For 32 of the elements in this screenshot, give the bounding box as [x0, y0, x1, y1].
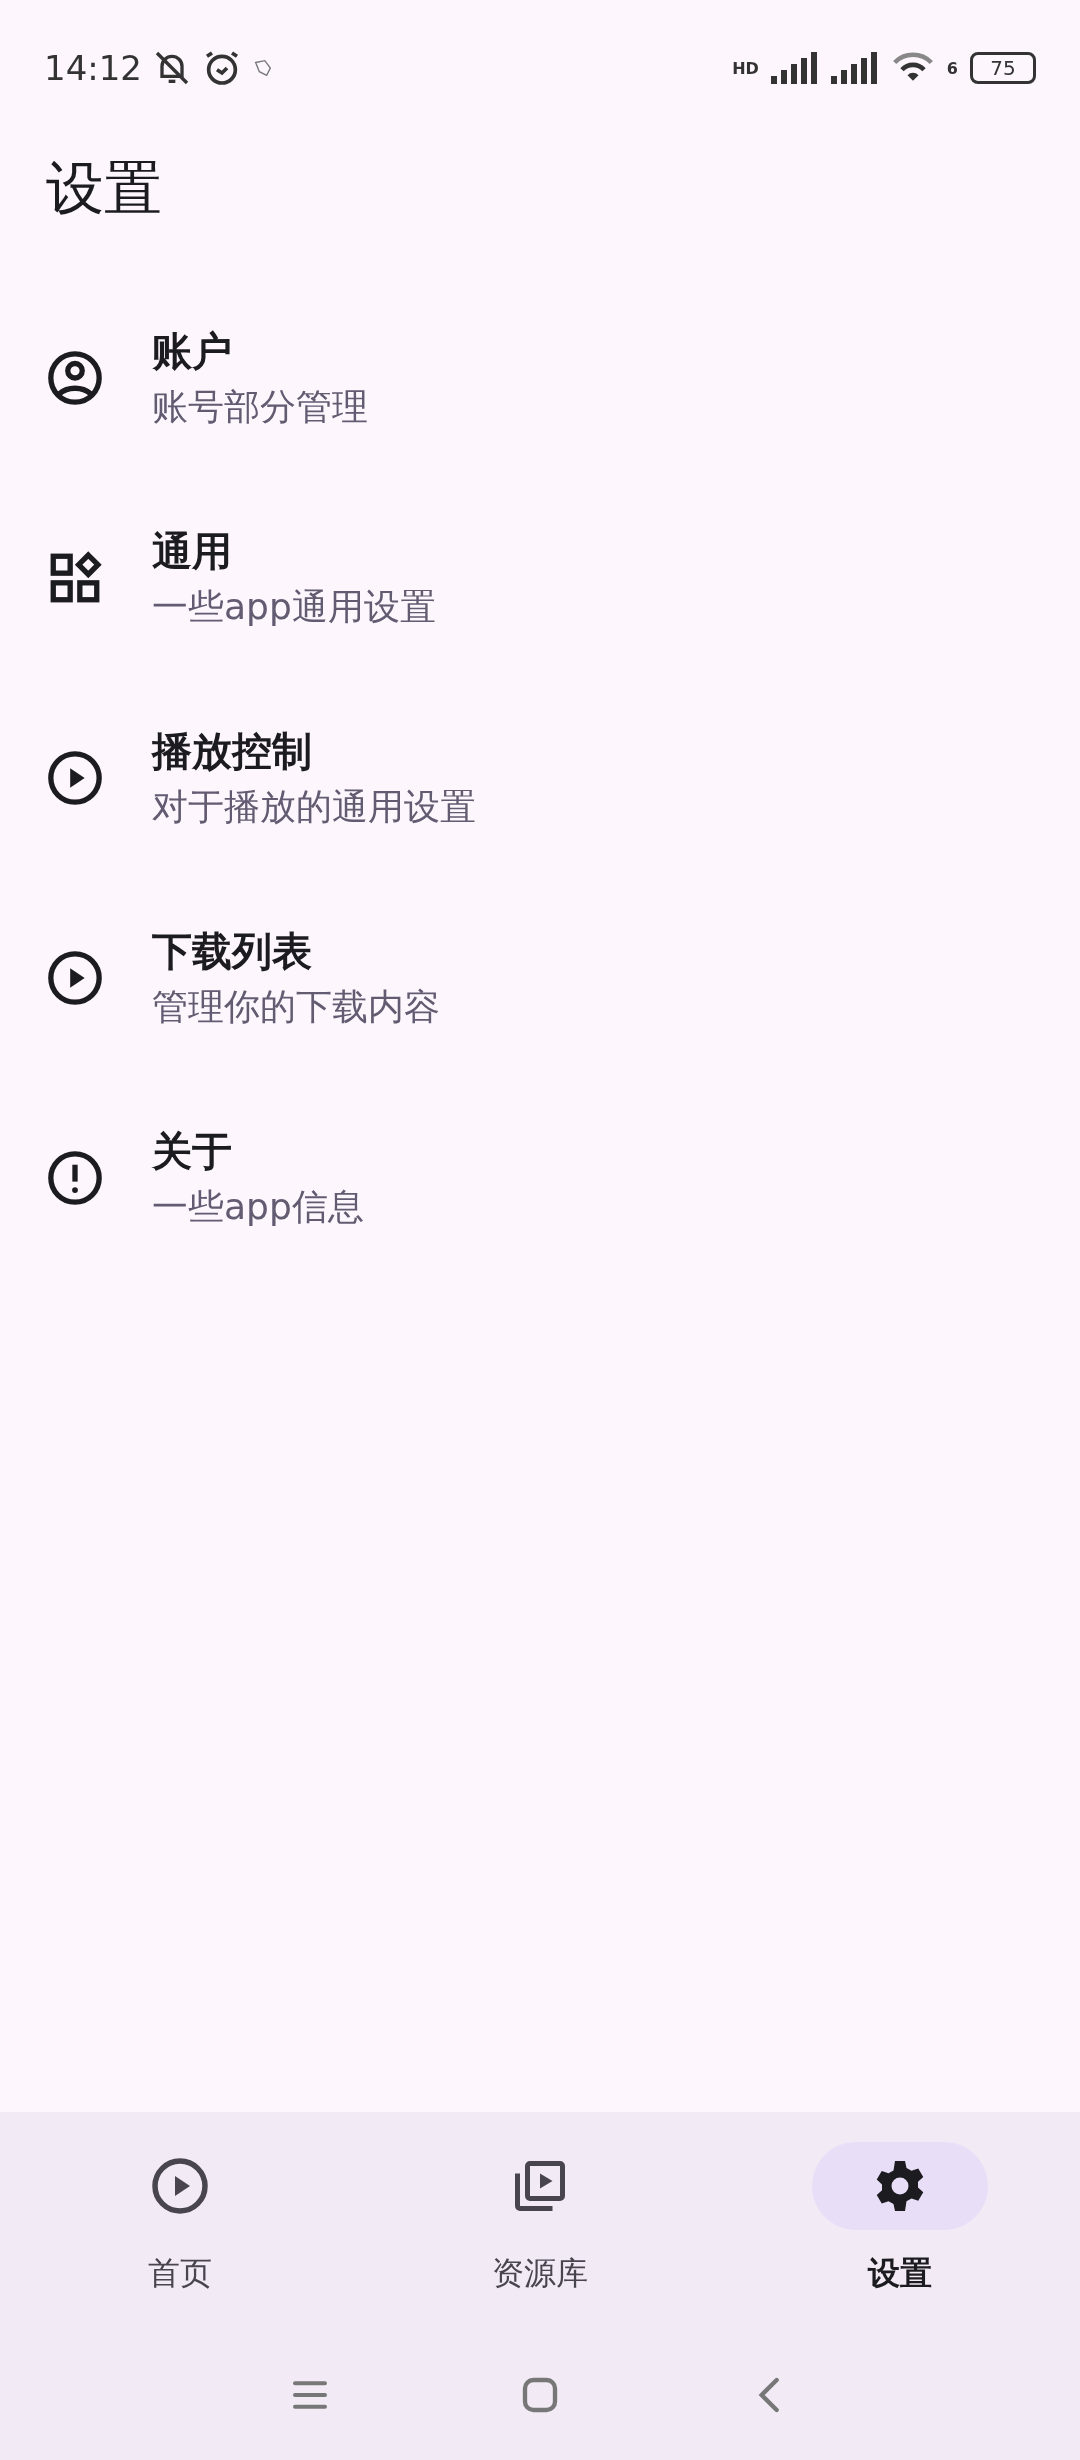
network-type-label: HD [732, 58, 759, 78]
settings-item[interactable]: 下载列表 管理你的下载内容 [0, 878, 1080, 1078]
home-icon[interactable] [520, 2375, 560, 2415]
status-time: 14:12 [44, 48, 142, 88]
page-title: 设置 [46, 153, 163, 224]
item-subtitle: 管理你的下载内容 [152, 985, 440, 1029]
wifi-label: 6 [946, 58, 958, 78]
signal-icon [770, 51, 819, 85]
settings-item[interactable]: 通用 一些app通用设置 [0, 478, 1080, 678]
battery-level: 75 [970, 52, 1036, 84]
item-title: 账户 [152, 327, 233, 376]
exclamation-circle-icon [46, 1149, 104, 1207]
item-subtitle: 一些app信息 [152, 1185, 364, 1229]
item-subtitle: 账号部分管理 [152, 385, 368, 429]
item-title: 通用 [152, 527, 233, 576]
settings-item[interactable]: 账户 账号部分管理 [0, 278, 1080, 478]
item-subtitle: 一些app通用设置 [152, 585, 436, 629]
play-circle-icon [150, 2156, 210, 2216]
play-circle-icon [46, 949, 104, 1007]
item-title: 下载列表 [152, 927, 313, 976]
settings-item[interactable]: 关于 一些app信息 [0, 1078, 1080, 1278]
nav-label: 首页 [148, 2253, 212, 2294]
play-circle-icon [46, 749, 104, 807]
item-title: 关于 [152, 1127, 233, 1176]
account-circle-icon [46, 349, 104, 407]
item-title: 播放控制 [152, 727, 313, 776]
notification-icon [252, 57, 274, 79]
signal-icon [830, 51, 879, 85]
item-subtitle: 对于播放的通用设置 [152, 785, 476, 829]
nav-label: 资源库 [492, 2253, 588, 2294]
nav-label: 设置 [868, 2253, 932, 2294]
settings-item[interactable]: 播放控制 对于播放的通用设置 [0, 678, 1080, 878]
